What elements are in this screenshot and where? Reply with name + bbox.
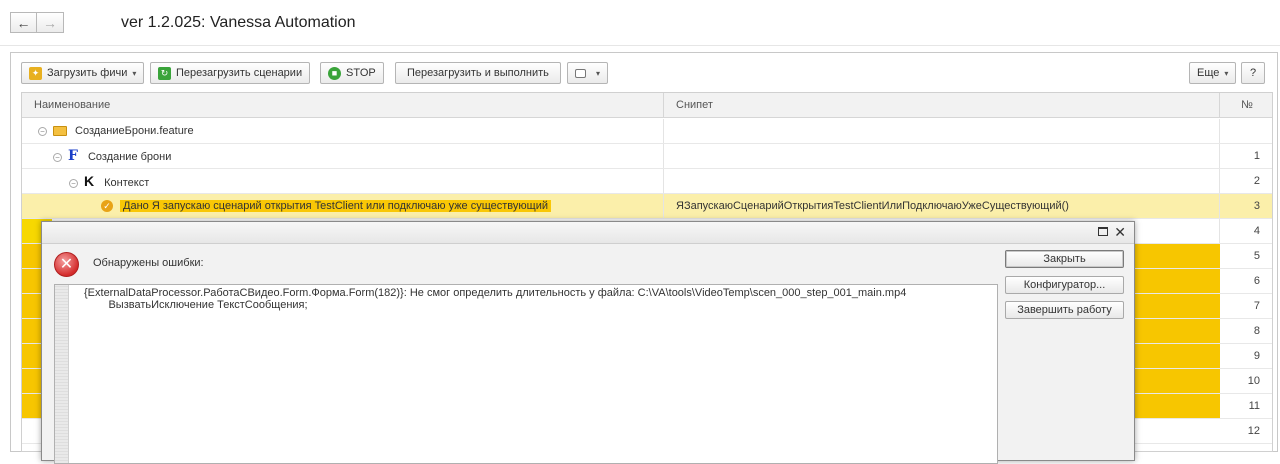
status-band [1134,244,1220,268]
help-label: ? [1249,67,1257,79]
window-title: ver 1.2.025: Vanessa Automation [121,14,356,31]
table-row[interactable]: − F Создание брони 1 [22,144,1272,169]
view-options-button[interactable]: ▾ [567,62,609,84]
table-row-selected[interactable]: ✓ Дано Я запускаю сценарий открытия TestC… [22,194,1272,219]
tree-node: ✓ Дано Я запускаю сценарий открытия TestC… [101,194,551,218]
error-caption: Обнаружены ошибки: [93,257,204,269]
table-icon [575,68,586,78]
row-number: 3 [1253,200,1260,212]
tree-node: − СозданиеБрони.feature [38,119,194,143]
arrow-right-icon: → [43,14,57,31]
feature-icon: F [68,148,78,164]
collapse-icon[interactable]: − [69,178,78,188]
tree-node: − F Создание брони [53,144,171,168]
help-button[interactable]: ? [1241,62,1265,84]
status-band [1134,369,1220,393]
error-line: {ExternalDataProcessor.РаботаСВидео.Form… [84,287,907,299]
column-header-snippet[interactable]: Снипет [664,93,713,118]
more-label: Еще [1197,67,1220,79]
cell-divider [1219,219,1220,243]
row-name: Контекст [104,177,150,189]
row-number: 9 [1253,350,1260,362]
step-warning-icon: ✓ [101,200,113,213]
maximize-icon[interactable] [1098,227,1108,236]
table-row[interactable]: − K Контекст 2 [22,169,1272,194]
load-features-label: Загрузить фичи [47,67,128,79]
context-icon: K [84,173,95,189]
row-number: 11 [1248,400,1260,412]
chevron-down-icon: ▾ [132,68,137,78]
cell-divider [663,144,664,168]
text-gutter [55,285,69,463]
error-text-area[interactable]: {ExternalDataProcessor.РаботаСВидео.Form… [54,284,998,464]
row-number: 5 [1253,250,1260,262]
chevron-down-icon: ▾ [1224,68,1229,78]
reload-and-run-button[interactable]: Перезагрузить и выполнить [395,62,561,84]
row-number: 1 [1253,150,1260,162]
cell-divider [1219,144,1220,168]
chevron-down-icon: ▾ [596,68,601,78]
table-row[interactable]: − СозданиеБрони.feature [22,119,1272,144]
collapse-icon[interactable]: − [53,152,62,162]
error-text: {ExternalDataProcessor.РаботаСВидео.Form… [84,287,906,311]
stop-label: STOP [346,67,376,79]
row-name: Создание брони [87,151,172,163]
stop-button[interactable]: ■ STOP [320,62,384,84]
forward-button[interactable]: → [37,12,64,33]
stop-icon: ■ [328,66,341,80]
error-line: ВызватьИсключение ТекстСообщения; [84,299,308,311]
toolbar: ✦ Загрузить фичи ▾ ↻ Перезагрузить сцена… [21,62,1267,86]
refresh-icon: ↻ [158,66,171,80]
error-dialog: ✕ ✕ Обнаружены ошибки: {ExternalDataProc… [41,221,1135,464]
row-snippet: ЯЗапускаюСценарийОткрытияTestClientИлиПо… [676,200,1069,212]
close-icon[interactable]: ✕ [1114,224,1126,241]
close-button[interactable]: Закрыть [1005,250,1124,268]
cell-divider [663,194,664,218]
top-bar: ← → ver 1.2.025: Vanessa Automation [0,0,1280,46]
row-number: 7 [1253,300,1260,312]
row-number: 10 [1247,375,1260,387]
nav-buttons: ← → [10,12,64,33]
load-icon: ✦ [29,66,42,80]
row-name: Дано Я запускаю сценарий открытия TestCl… [120,200,551,212]
more-button[interactable]: Еще ▾ [1189,62,1237,84]
column-header-name[interactable]: Наименование [22,93,110,118]
folder-icon [53,126,67,137]
error-icon: ✕ [54,252,79,277]
row-number: 2 [1253,175,1260,187]
arrow-left-icon: ← [16,14,31,31]
tree-node: − K Контекст [69,169,149,193]
back-button[interactable]: ← [10,12,37,33]
status-band [1134,319,1220,343]
row-number: 6 [1253,275,1260,287]
status-band [1134,269,1220,293]
row-number: 8 [1253,325,1260,337]
table-header: Наименование Снипет № [22,93,1272,118]
status-band [1134,344,1220,368]
cell-divider [1219,169,1220,193]
reload-scenarios-button[interactable]: ↻ Перезагрузить сценарии [150,62,311,84]
dialog-titlebar[interactable]: ✕ [42,222,1134,244]
load-features-button[interactable]: ✦ Загрузить фичи ▾ [21,62,145,84]
row-number: 12 [1247,425,1260,437]
row-number: 4 [1253,225,1260,237]
configurator-button[interactable]: Конфигуратор... [1005,276,1124,294]
cell-divider [1219,119,1220,143]
status-band [1134,394,1220,418]
reload-and-run-label: Перезагрузить и выполнить [407,67,549,79]
cell-divider [663,169,664,193]
column-header-number[interactable]: № [1220,93,1272,118]
cell-divider [663,119,664,143]
cell-divider [1219,194,1220,218]
exit-button[interactable]: Завершить работу [1005,301,1124,319]
row-name: СозданиеБрони.feature [75,125,194,137]
collapse-icon[interactable]: − [38,126,47,136]
reload-scenarios-label: Перезагрузить сценарии [176,67,303,79]
status-band [1134,294,1220,318]
